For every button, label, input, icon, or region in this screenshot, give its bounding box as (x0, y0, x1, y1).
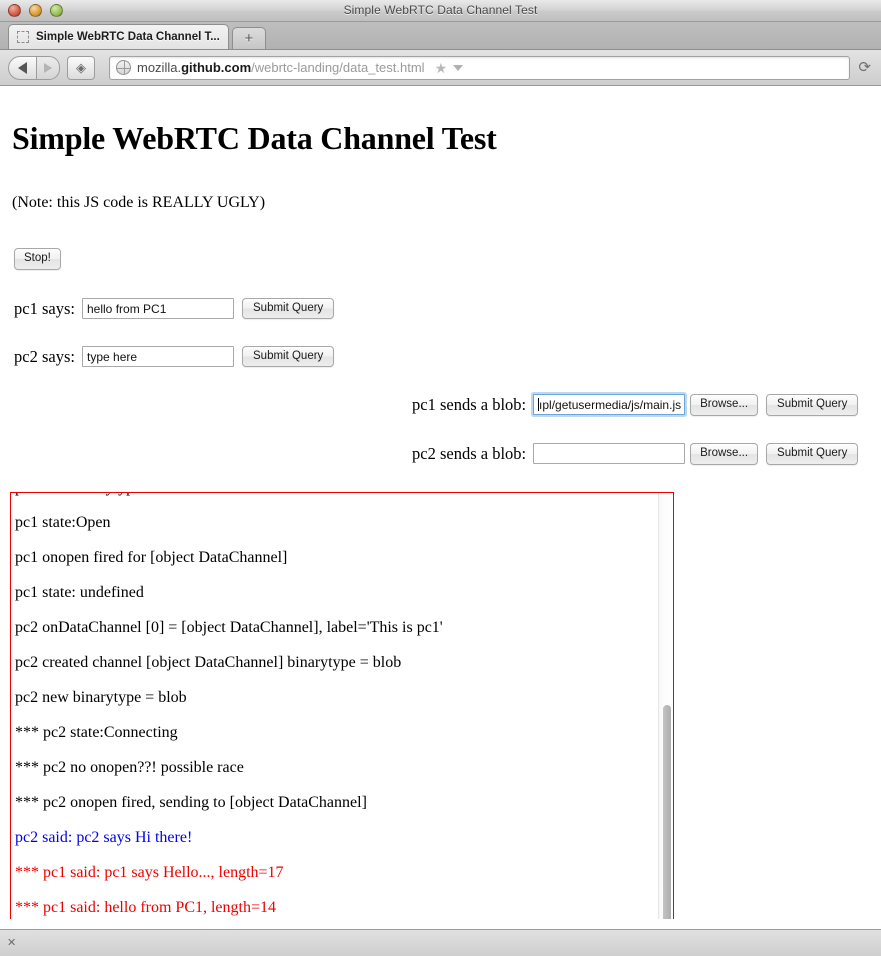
pc2-says-input[interactable] (82, 346, 234, 368)
tab-strip: Simple WebRTC Data Channel T... + (0, 22, 881, 50)
globe-icon (116, 60, 131, 75)
site-identity-button[interactable]: ◈ (67, 55, 95, 80)
back-button[interactable] (8, 55, 36, 80)
url-prefix: mozilla. (137, 60, 182, 75)
pc2-blob-browse-button[interactable]: Browse... (690, 443, 759, 465)
log-scrollbar-thumb[interactable] (663, 705, 671, 919)
close-window-button[interactable] (8, 4, 21, 17)
pc1-says-submit-button[interactable]: Submit Query (242, 297, 335, 320)
log-output-box[interactable]: pc1 new binarytype pc1 state:Open pc1 on… (10, 492, 674, 919)
forward-arrow-icon (44, 62, 52, 73)
log-scrollbar[interactable] (658, 493, 673, 919)
log-line: *** pc2 onopen fired, sending to [object… (15, 794, 367, 811)
tab-title: Simple WebRTC Data Channel T... (36, 31, 220, 43)
url-path: /webrtc-landing/data_test.html (251, 60, 425, 75)
stop-button-row: Stop! (14, 248, 871, 270)
url-bar-actions: ★ (435, 61, 464, 75)
page-title: Simple WebRTC Data Channel Test (12, 120, 497, 156)
pc2-blob-label: pc2 sends a blob: (412, 443, 527, 463)
log-line-clipped: pc1 new binarytype (15, 493, 653, 496)
log-line: pc1 state:Open (15, 514, 111, 531)
pc1-blob-file-input[interactable]: ıpl/getusermedia/js/main.js (533, 394, 686, 416)
log-line: pc2 said: pc2 says Hi there! (15, 829, 193, 846)
pc2-blob-file-input[interactable] (533, 443, 686, 465)
log-line: pc1 state: undefined (15, 584, 144, 601)
favicon-placeholder-icon (17, 31, 29, 43)
nav-button-group: ◈ (8, 55, 95, 80)
window-title: Simple WebRTC Data Channel Test (343, 3, 538, 17)
log-line: *** pc1 said: hello from PC1, length=14 (15, 899, 276, 916)
log-line: pc2 created channel [object DataChannel]… (15, 654, 402, 671)
url-text: mozilla.github.com/webrtc-landing/data_t… (137, 60, 425, 75)
window-controls (8, 4, 63, 17)
pc1-blob-file-value: ıpl/getusermedia/js/main.js (539, 397, 682, 412)
forward-button[interactable] (36, 55, 60, 80)
pc2-blob-row: pc2 sends a blob: Browse... Submit Query (412, 443, 859, 465)
log-line: *** pc2 no onopen??! possible race (15, 759, 244, 776)
pc1-says-row: pc1 says: Submit Query (14, 294, 871, 324)
pc2-blob-submit-button[interactable]: Submit Query (766, 443, 859, 465)
close-icon[interactable]: ✕ (7, 937, 16, 949)
window-titlebar: Simple WebRTC Data Channel Test (0, 0, 881, 22)
log-line: *** pc1 said: pc1 says Hello..., length=… (15, 864, 284, 881)
text-caret (538, 398, 540, 412)
bookmark-star-icon[interactable]: ★ (435, 61, 448, 75)
log-line: pc2 new binarytype = blob (15, 689, 187, 706)
reload-icon[interactable]: ⟳ (858, 60, 871, 75)
pc1-blob-browse-button[interactable]: Browse... (690, 394, 759, 416)
pc2-says-label: pc2 says: (14, 346, 75, 366)
url-bar[interactable]: mozilla.github.com/webrtc-landing/data_t… (109, 55, 851, 80)
new-tab-button[interactable]: + (231, 27, 266, 49)
pc2-says-row: pc2 says: Submit Query (14, 342, 871, 372)
log-lines-container: pc1 new binarytype pc1 state:Open pc1 on… (11, 493, 657, 919)
tab-active[interactable]: Simple WebRTC Data Channel T... (8, 24, 229, 49)
log-line: pc2 onDataChannel [0] = [object DataChan… (15, 619, 443, 636)
form-rows: pc1 says: Submit Query pc2 says: Submit … (10, 294, 871, 372)
url-host: github.com (181, 60, 252, 75)
page-note: (Note: this JS code is REALLY UGLY) (12, 194, 266, 211)
site-identity-icon: ◈ (76, 60, 86, 75)
page-content: Simple WebRTC Data Channel Test (Note: t… (0, 86, 881, 919)
pc1-says-input[interactable] (82, 298, 234, 320)
back-arrow-icon (18, 61, 27, 74)
log-line: pc1 onopen fired for [object DataChannel… (15, 549, 288, 566)
navigation-toolbar: ◈ mozilla.github.com/webrtc-landing/data… (0, 50, 881, 86)
log-line: *** pc2 state:Connecting (15, 724, 178, 741)
maximize-window-button[interactable] (50, 4, 63, 17)
browser-window: Simple WebRTC Data Channel Test Simple W… (0, 0, 881, 956)
pc1-blob-submit-button[interactable]: Submit Query (766, 394, 859, 416)
stop-button[interactable]: Stop! (14, 248, 61, 270)
find-bar: ✕ (0, 929, 881, 956)
pc1-blob-label: pc1 sends a blob: (412, 394, 527, 414)
pc1-blob-row: pc1 sends a blob: ıpl/getusermedia/js/ma… (412, 394, 859, 416)
minimize-window-button[interactable] (29, 4, 42, 17)
pc1-says-label: pc1 says: (14, 298, 75, 318)
pc2-says-submit-button[interactable]: Submit Query (242, 345, 335, 368)
chevron-down-icon[interactable] (453, 64, 464, 71)
